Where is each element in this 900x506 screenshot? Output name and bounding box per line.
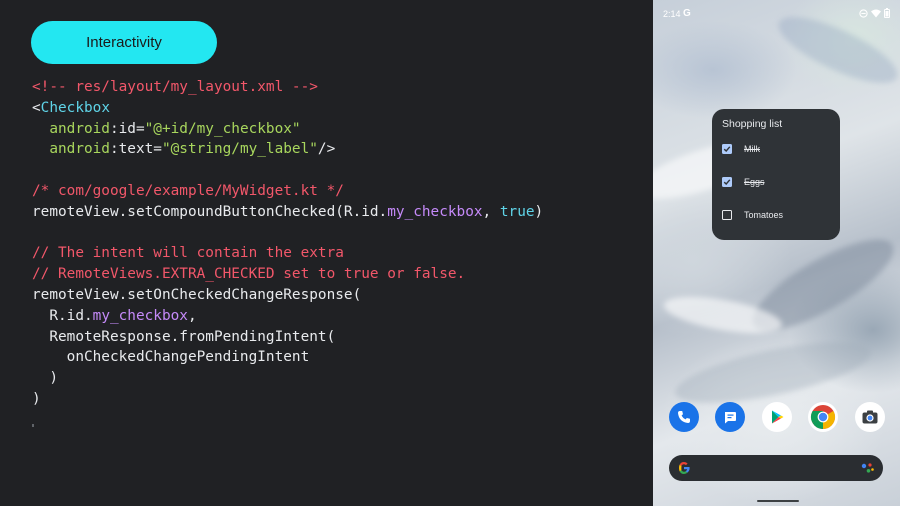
code-token: "@+id/my_checkbox" <box>144 120 301 137</box>
list-item-label: Tomatoes <box>744 210 784 220</box>
code-line: RemoteResponse.fromPendingIntent( <box>32 327 543 348</box>
code-token: onCheckedChangePendingIntent <box>32 349 310 366</box>
status-icons <box>859 8 890 18</box>
camera-icon[interactable] <box>855 402 885 432</box>
widget-title: Shopping list <box>722 118 783 130</box>
checkbox-checked-icon[interactable] <box>722 144 732 154</box>
code-line: // The intent will contain the extra <box>32 243 543 264</box>
google-search-bar[interactable] <box>669 455 883 481</box>
code-line: android:text="@string/my_label"/> <box>32 139 543 160</box>
code-line: <Checkbox <box>32 98 543 119</box>
battery-icon <box>884 8 890 18</box>
code-line: <!-- res/layout/my_layout.xml --> <box>32 77 543 98</box>
code-token: remoteView.setCompoundButtonChecked(R.id… <box>32 203 388 220</box>
code-token: ) <box>32 390 41 407</box>
code-token: R.id. <box>32 307 93 324</box>
slide-panel: Interactivity <!-- res/layout/my_layout.… <box>0 0 653 506</box>
code-line: ) <box>32 389 543 410</box>
code-token: , <box>482 203 500 220</box>
code-token: :id= <box>109 120 145 137</box>
code-token: my_checkbox <box>92 307 188 324</box>
code-token: ) <box>534 203 544 220</box>
code-token: "@string/my_label" <box>161 141 318 158</box>
gesture-nav-handle[interactable] <box>757 500 799 502</box>
section-pill: Interactivity <box>31 21 217 64</box>
list-item[interactable]: Eggs <box>722 175 765 189</box>
assistant-icon[interactable] <box>861 462 875 474</box>
code-token: // The intent will contain the extra <box>32 245 344 262</box>
code-token: // RemoteViews.EXTRA_CHECKED set to true… <box>32 266 466 283</box>
list-item-label: Eggs <box>744 177 765 187</box>
list-item[interactable]: Tomatoes <box>722 208 783 222</box>
code-token: remoteView.setOnCheckedChangeResponse( <box>32 286 362 303</box>
list-item-label: Milk <box>744 144 760 154</box>
code-token: /> <box>317 141 336 158</box>
chrome-icon[interactable] <box>808 402 838 432</box>
do-not-disturb-icon <box>859 8 868 18</box>
code-token: Checkbox <box>40 99 110 116</box>
code-token: :text= <box>109 141 162 158</box>
shopping-list-widget[interactable]: Shopping list Milk Eggs Tomatoes <box>712 109 840 240</box>
google-logo-icon <box>679 462 690 474</box>
code-line: /* com/google/example/MyWidget.kt */ <box>32 181 543 202</box>
code-line: // RemoteViews.EXTRA_CHECKED set to true… <box>32 264 543 285</box>
wifi-icon <box>871 9 881 17</box>
code-token: true <box>499 203 535 220</box>
app-dock <box>669 402 885 432</box>
code-token: my_checkbox <box>387 203 483 220</box>
status-time: 2:14 <box>663 9 681 19</box>
code-line: onCheckedChangePendingIntent <box>32 347 543 368</box>
code-token: < <box>32 99 41 116</box>
code-line: android:id="@+id/my_checkbox" <box>32 119 543 140</box>
code-token: android <box>32 141 110 158</box>
phone-icon[interactable] <box>669 402 699 432</box>
code-token: ) <box>32 370 58 387</box>
play-store-icon[interactable] <box>762 402 792 432</box>
code-block: <!-- res/layout/my_layout.xml --> <Checkb… <box>32 77 543 410</box>
phone-screen: 2:14 G Shopping list Milk Eggs Tomatoes <box>653 0 900 506</box>
code-token: /* com/google/example/MyWidget.kt */ <box>32 182 344 199</box>
code-line: remoteView.setCompoundButtonChecked(R.id… <box>32 202 543 223</box>
code-token: android <box>32 120 110 137</box>
code-line: ) <box>32 368 543 389</box>
checkbox-checked-icon[interactable] <box>722 177 732 187</box>
google-status-icon: G <box>683 8 691 19</box>
code-line: R.id.my_checkbox, <box>32 306 543 327</box>
code-line: remoteView.setOnCheckedChangeResponse( <box>32 285 543 306</box>
code-token: <!-- res/layout/my_layout.xml --> <box>32 79 318 95</box>
text-cursor <box>32 424 34 427</box>
messages-icon[interactable] <box>715 402 745 432</box>
list-item[interactable]: Milk <box>722 142 760 156</box>
section-pill-label: Interactivity <box>86 34 162 51</box>
code-token: , <box>187 307 197 324</box>
code-token: RemoteResponse.fromPendingIntent( <box>32 328 336 345</box>
checkbox-unchecked-icon[interactable] <box>722 210 732 220</box>
status-bar: 2:14 G <box>653 0 900 30</box>
